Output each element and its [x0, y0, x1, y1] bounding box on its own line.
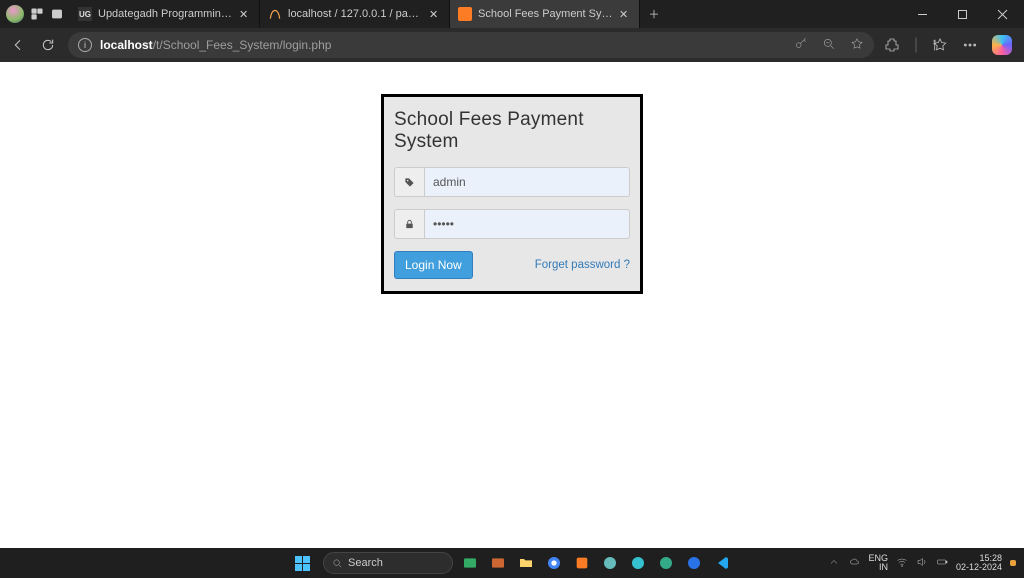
minimize-button[interactable]	[902, 0, 942, 28]
password-field	[394, 209, 630, 239]
search-placeholder: Search	[348, 557, 383, 569]
tab-school-fees[interactable]: School Fees Payment System ✕	[450, 0, 640, 28]
language-indicator[interactable]: ENG IN	[868, 554, 888, 572]
favicon-phpmyadmin-icon	[268, 7, 282, 21]
workspaces-icon[interactable]	[30, 7, 44, 21]
password-key-icon[interactable]	[794, 37, 808, 54]
username-field	[394, 167, 630, 197]
xampp-icon[interactable]	[571, 552, 593, 574]
tab-title: Updategadh Programming - Upd…	[98, 8, 233, 20]
onedrive-icon[interactable]	[848, 556, 860, 571]
taskbar-app-icon[interactable]	[599, 552, 621, 574]
chrome-icon[interactable]	[543, 552, 565, 574]
taskbar-app-icon[interactable]	[459, 552, 481, 574]
username-input[interactable]	[424, 167, 630, 197]
favicon-updategadh-icon: UG	[78, 7, 92, 21]
page-title: School Fees Payment System	[394, 109, 630, 153]
edge-dev-icon[interactable]	[683, 552, 705, 574]
wifi-icon[interactable]	[896, 556, 908, 571]
profile-avatar-icon[interactable]	[6, 5, 24, 23]
system-tray: ENG IN 15:28 02-12-2024	[828, 554, 1024, 573]
window-controls	[902, 0, 1022, 28]
tab-actions-icon[interactable]	[50, 7, 64, 21]
new-tab-button[interactable]: ＋	[640, 0, 668, 28]
volume-icon[interactable]	[916, 556, 928, 571]
clock[interactable]: 15:28 02-12-2024	[956, 554, 1002, 573]
more-menu-icon[interactable]	[962, 37, 978, 53]
login-card: School Fees Payment System Login Now For…	[381, 94, 643, 294]
tray-chevron-icon[interactable]	[828, 556, 840, 571]
browser-titlebar: UG Updategadh Programming - Upd… ✕ local…	[0, 0, 1024, 28]
edge-icon[interactable]	[627, 552, 649, 574]
favorites-icon[interactable]	[932, 37, 948, 53]
close-window-button[interactable]	[982, 0, 1022, 28]
lock-icon	[394, 209, 424, 239]
copilot-icon[interactable]	[992, 35, 1012, 55]
browser-toolbar: i localhost/t/School_Fees_System/login.p…	[0, 28, 1024, 62]
forgot-password-link[interactable]: Forget password ?	[535, 259, 630, 271]
close-icon[interactable]: ✕	[239, 8, 251, 21]
favorite-star-icon[interactable]	[850, 37, 864, 54]
page-viewport: School Fees Payment System Login Now For…	[0, 62, 1024, 548]
battery-icon[interactable]	[936, 556, 948, 571]
taskbar-app-icon[interactable]	[487, 552, 509, 574]
tab-phpmyadmin[interactable]: localhost / 127.0.0.1 / paysystem ✕	[260, 0, 450, 28]
tab-title: localhost / 127.0.0.1 / paysystem	[288, 8, 423, 20]
vscode-icon[interactable]	[711, 552, 733, 574]
close-icon[interactable]: ✕	[429, 8, 441, 21]
tab-updategadh[interactable]: UG Updategadh Programming - Upd… ✕	[70, 0, 260, 28]
url-path: /t/School_Fees_System/login.php	[153, 38, 332, 52]
favicon-xampp-icon	[458, 7, 472, 21]
windows-taskbar: Search ENG IN 15:28 02-12-2024	[0, 548, 1024, 578]
close-icon[interactable]: ✕	[619, 8, 631, 21]
file-explorer-icon[interactable]	[515, 552, 537, 574]
chrome-canary-icon[interactable]	[655, 552, 677, 574]
notification-indicator-icon[interactable]	[1010, 560, 1016, 566]
back-button[interactable]	[8, 35, 28, 55]
address-bar[interactable]: i localhost/t/School_Fees_System/login.p…	[68, 32, 874, 58]
start-button[interactable]	[291, 552, 313, 574]
tag-icon	[394, 167, 424, 197]
tab-title: School Fees Payment System	[478, 8, 613, 20]
maximize-button[interactable]	[942, 0, 982, 28]
taskbar-search[interactable]: Search	[323, 552, 453, 574]
password-input[interactable]	[424, 209, 630, 239]
url-host: localhost	[100, 38, 153, 52]
login-button[interactable]: Login Now	[394, 251, 473, 279]
zoom-out-icon[interactable]	[822, 37, 836, 54]
site-info-icon[interactable]: i	[78, 38, 92, 52]
refresh-button[interactable]	[38, 35, 58, 55]
tab-strip: UG Updategadh Programming - Upd… ✕ local…	[70, 0, 668, 28]
extensions-icon[interactable]	[884, 37, 900, 53]
